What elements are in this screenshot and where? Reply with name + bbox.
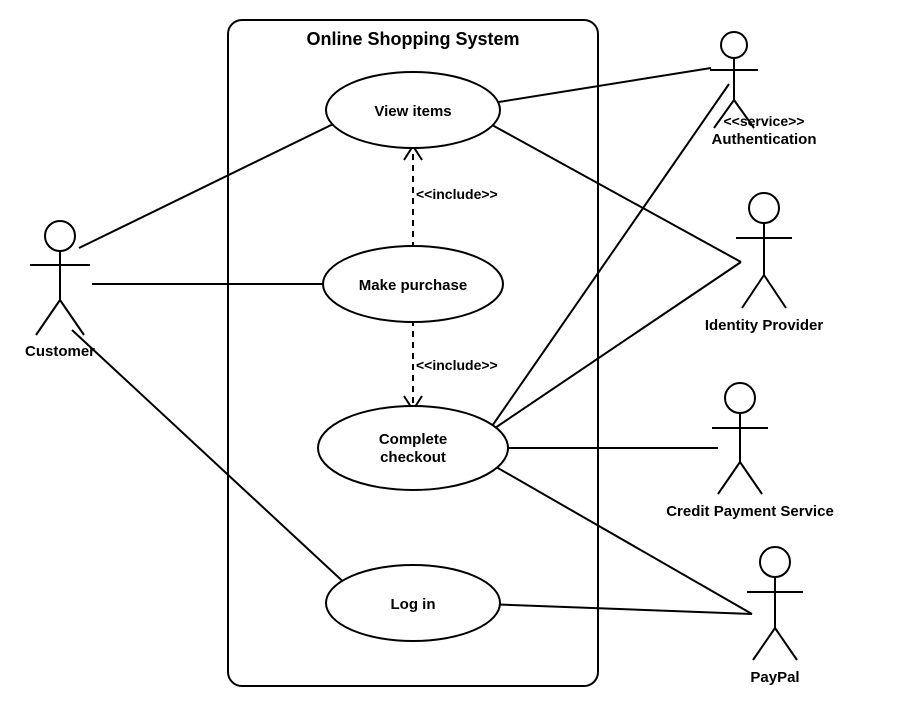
assoc-paypal-login [484, 604, 752, 614]
usecase-complete-checkout [318, 406, 508, 490]
actor-customer [30, 221, 90, 335]
system-title: Online Shopping System [306, 29, 519, 49]
usecase-view-items-label: View items [374, 103, 451, 120]
assoc-auth-viewitems [480, 68, 711, 105]
usecase-make-purchase-label: Make purchase [359, 277, 467, 294]
use-case-diagram: Online Shopping System <<include>> <<inc… [0, 0, 908, 710]
actor-paypal-label: PayPal [750, 669, 799, 686]
usecase-complete-checkout-label1: Complete [379, 431, 447, 448]
actor-paypal [747, 547, 803, 660]
usecase-log-in-label: Log in [391, 596, 436, 613]
usecase-complete-checkout-label2: checkout [380, 449, 446, 466]
include-label-2: <<include>> [416, 357, 498, 373]
actor-credit-payment [712, 383, 768, 494]
include-label-1: <<include>> [416, 186, 498, 202]
actor-customer-label: Customer [25, 343, 95, 360]
assoc-paypal-checkout [491, 464, 752, 614]
actor-identity-provider [736, 193, 792, 308]
actor-auth-stereo: <<service>> [724, 113, 805, 129]
assoc-idp-viewitems [483, 120, 741, 262]
actor-idp-label: Identity Provider [705, 317, 824, 334]
assoc-auth-checkout [490, 84, 729, 429]
assoc-customer-viewitems [79, 109, 364, 248]
assoc-customer-login [72, 330, 364, 601]
actor-auth-name: Authentication [712, 131, 817, 148]
assoc-idp-checkout [492, 262, 741, 430]
actor-cps-label: Credit Payment Service [666, 503, 834, 520]
